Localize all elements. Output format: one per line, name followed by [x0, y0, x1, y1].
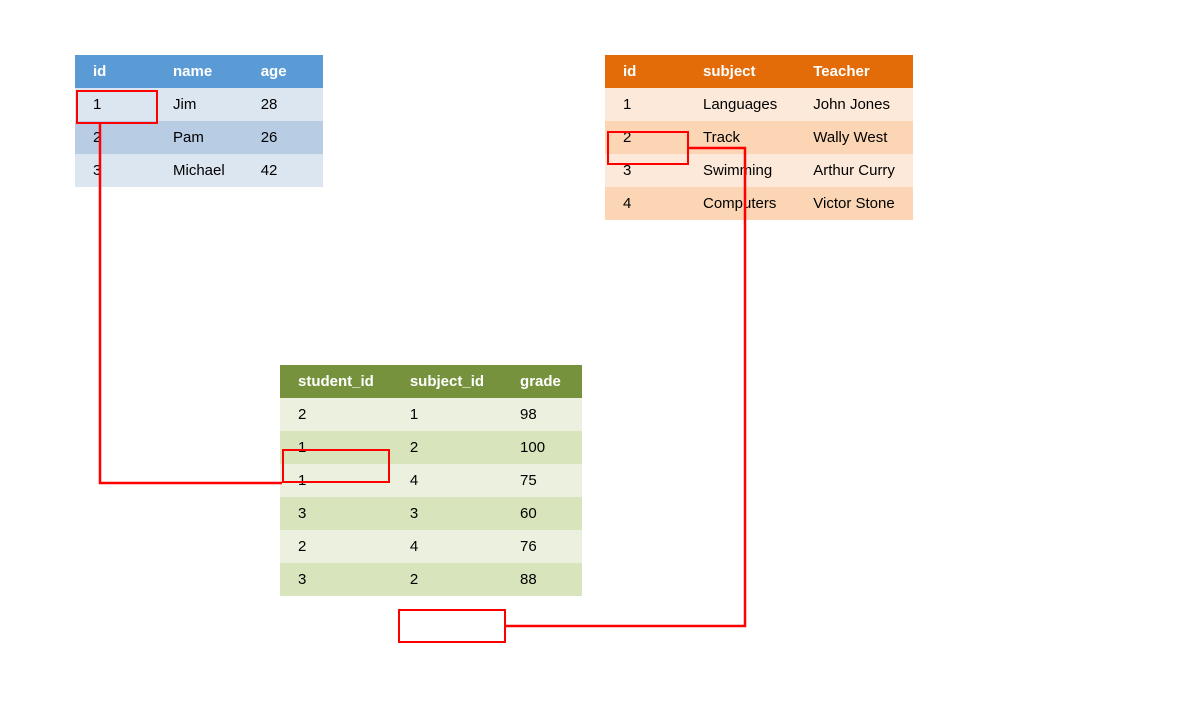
table-row: 2Pam26: [75, 121, 323, 154]
grades-cell-subject_id: 4: [392, 530, 502, 563]
grades-cell-student_id: 1: [280, 431, 392, 464]
table-row: 4ComputersVictor Stone: [605, 187, 913, 220]
grades-cell-grade: 88: [502, 563, 582, 596]
students-col-name: name: [155, 55, 243, 88]
subjects-col-id: id: [605, 55, 685, 88]
table-row: 2198: [280, 398, 582, 431]
subjects-table: id subject Teacher 1LanguagesJohn Jones2…: [605, 55, 913, 220]
table-row: 2476: [280, 530, 582, 563]
table-row: 12100: [280, 431, 582, 464]
students-cell-age: 26: [243, 121, 323, 154]
subjects-col-teacher: Teacher: [795, 55, 913, 88]
students-cell-name: Pam: [155, 121, 243, 154]
grades-cell-subject_id: 1: [392, 398, 502, 431]
subjects-cell-teacher: Victor Stone: [795, 187, 913, 220]
students-cell-name: Michael: [155, 154, 243, 187]
table-row: 2TrackWally West: [605, 121, 913, 154]
subjects-cell-id: 2: [605, 121, 685, 154]
table-row: 1Jim28: [75, 88, 323, 121]
grades-cell-subject_id: 3: [392, 497, 502, 530]
subjects-col-subject: subject: [685, 55, 795, 88]
subjects-cell-id: 1: [605, 88, 685, 121]
table-row: 3SwimmingArthur Curry: [605, 154, 913, 187]
subjects-cell-subject: Computers: [685, 187, 795, 220]
students-cell-age: 42: [243, 154, 323, 187]
table-row: 1LanguagesJohn Jones: [605, 88, 913, 121]
grades-col-student-id: student_id: [280, 365, 392, 398]
diagram-container: id name age 1Jim282Pam263Michael42 id su…: [0, 0, 1200, 715]
subjects-cell-teacher: Arthur Curry: [795, 154, 913, 187]
subjects-cell-teacher: Wally West: [795, 121, 913, 154]
grades-cell-student_id: 2: [280, 530, 392, 563]
subjects-cell-id: 3: [605, 154, 685, 187]
grades-cell-grade: 98: [502, 398, 582, 431]
subjects-cell-id: 4: [605, 187, 685, 220]
grades-cell-student_id: 3: [280, 497, 392, 530]
table-row: 3360: [280, 497, 582, 530]
table-row: 3Michael42: [75, 154, 323, 187]
subjects-cell-subject: Swimming: [685, 154, 795, 187]
students-cell-name: Jim: [155, 88, 243, 121]
students-cell-id: 3: [75, 154, 155, 187]
grades-cell-grade: 75: [502, 464, 582, 497]
grades-table: student_id subject_id grade 219812100147…: [280, 365, 582, 596]
grades-cell-subject_id: 2: [392, 563, 502, 596]
grades-col-subject-id: subject_id: [392, 365, 502, 398]
grades-cell-grade: 76: [502, 530, 582, 563]
table-row: 1475: [280, 464, 582, 497]
highlight-grade-subject-id-2: [398, 609, 506, 643]
students-cell-age: 28: [243, 88, 323, 121]
subjects-cell-teacher: John Jones: [795, 88, 913, 121]
grades-cell-student_id: 3: [280, 563, 392, 596]
grades-cell-subject_id: 4: [392, 464, 502, 497]
grades-cell-grade: 100: [502, 431, 582, 464]
grades-cell-subject_id: 2: [392, 431, 502, 464]
subjects-cell-subject: Languages: [685, 88, 795, 121]
grades-cell-student_id: 1: [280, 464, 392, 497]
subjects-cell-subject: Track: [685, 121, 795, 154]
students-col-id: id: [75, 55, 155, 88]
students-col-age: age: [243, 55, 323, 88]
grades-cell-student_id: 2: [280, 398, 392, 431]
grades-col-grade: grade: [502, 365, 582, 398]
students-cell-id: 1: [75, 88, 155, 121]
grades-cell-grade: 60: [502, 497, 582, 530]
students-cell-id: 2: [75, 121, 155, 154]
table-row: 3288: [280, 563, 582, 596]
students-table: id name age 1Jim282Pam263Michael42: [75, 55, 323, 187]
